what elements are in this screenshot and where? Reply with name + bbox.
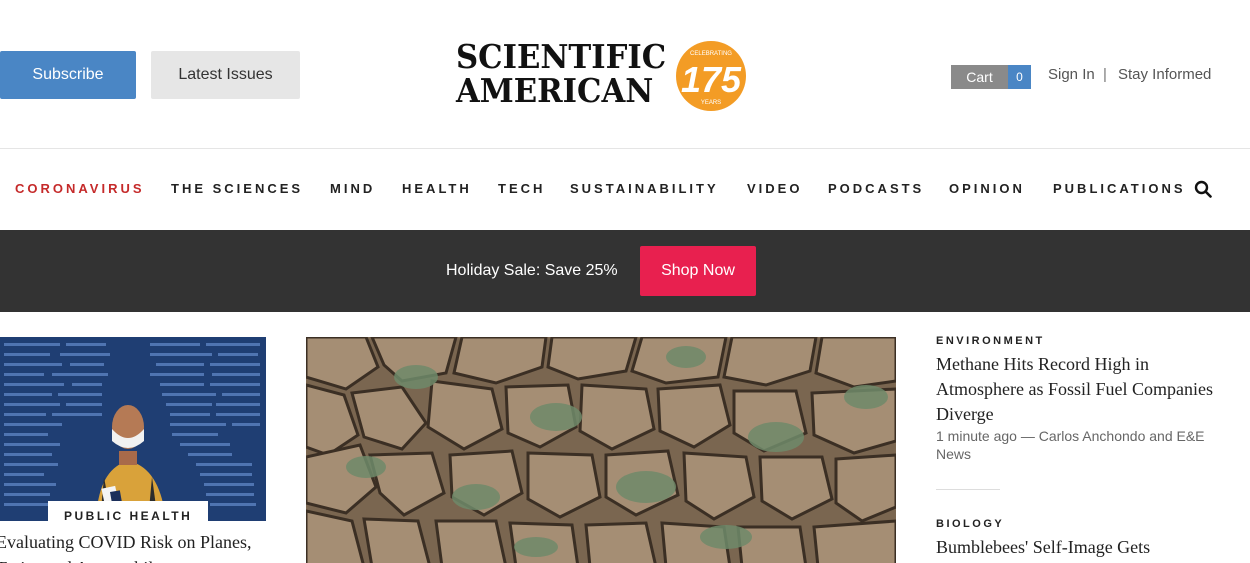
- story-title-methane[interactable]: Methane Hits Record High in Atmosphere a…: [936, 352, 1226, 427]
- badge-bottom-text: YEARS: [701, 100, 721, 106]
- cart-button[interactable]: Cart 0: [951, 65, 1031, 89]
- story-title-bumblebees[interactable]: Bumblebees' Self-Image Gets: [936, 535, 1226, 560]
- header-separator: |: [1103, 66, 1107, 83]
- story-image-airport[interactable]: [0, 337, 266, 521]
- search-icon[interactable]: [1194, 180, 1212, 198]
- story-divider: [936, 489, 1000, 490]
- cart-label: Cart: [951, 65, 1008, 89]
- anniversary-badge-icon: CELEBRATING 175 YEARS: [676, 41, 746, 111]
- nav-item-sustainability[interactable]: SUSTAINABILITY: [570, 181, 719, 196]
- hero-image-drought[interactable]: [306, 337, 896, 563]
- nav-item-podcasts[interactable]: PODCASTS: [828, 181, 924, 196]
- stay-informed-link[interactable]: Stay Informed: [1118, 66, 1211, 83]
- subscribe-button[interactable]: Subscribe: [0, 51, 136, 99]
- nav-item-tech[interactable]: TECH: [498, 181, 545, 196]
- nav-item-mind[interactable]: MIND: [330, 181, 375, 196]
- cracked-earth-illustration: [306, 337, 896, 563]
- nav-item-coronavirus[interactable]: CORONAVIRUS: [15, 181, 145, 196]
- nav-item-video[interactable]: VIDEO: [747, 181, 802, 196]
- promo-banner: [0, 230, 1250, 312]
- nav-item-opinion[interactable]: OPINION: [949, 181, 1025, 196]
- nav-item-health[interactable]: HEALTH: [402, 181, 472, 196]
- main-nav: CORONAVIRUS THE SCIENCES MIND HEALTH TEC…: [0, 181, 1250, 197]
- story-meta-methane: 1 minute ago — Carlos Anchondo and E&E N…: [936, 428, 1205, 462]
- story-kicker-biology[interactable]: BIOLOGY: [936, 518, 1004, 530]
- cart-count-badge: 0: [1008, 65, 1031, 89]
- nav-item-the-sciences[interactable]: THE SCIENCES: [171, 181, 303, 196]
- logo-wordmark: SCIENTIFIC AMERICAN: [456, 40, 682, 108]
- sign-in-link[interactable]: Sign In: [1048, 66, 1095, 83]
- badge-top-text: CELEBRATING: [690, 51, 732, 57]
- badge-number: 175: [681, 59, 742, 100]
- nav-item-publications[interactable]: PUBLICATIONS: [1053, 181, 1186, 196]
- story-kicker-environment[interactable]: ENVIRONMENT: [936, 335, 1045, 347]
- story-title-covid-risk[interactable]: Evaluating COVID Risk on Planes, Trains …: [0, 529, 276, 563]
- logo-line-1: SCIENTIFIC: [456, 37, 667, 76]
- latest-issues-button[interactable]: Latest Issues: [151, 51, 300, 99]
- story-tag-public-health[interactable]: PUBLIC HEALTH: [64, 509, 192, 523]
- promo-banner-text: Holiday Sale: Save 25%: [446, 262, 618, 279]
- site-logo[interactable]: SCIENTIFIC AMERICAN CELEBRATING 175 YEAR…: [456, 40, 750, 112]
- shop-now-button[interactable]: Shop Now: [640, 246, 756, 296]
- logo-line-2: AMERICAN: [456, 71, 654, 110]
- airport-departures-illustration: [0, 337, 266, 521]
- header-divider: [0, 148, 1250, 149]
